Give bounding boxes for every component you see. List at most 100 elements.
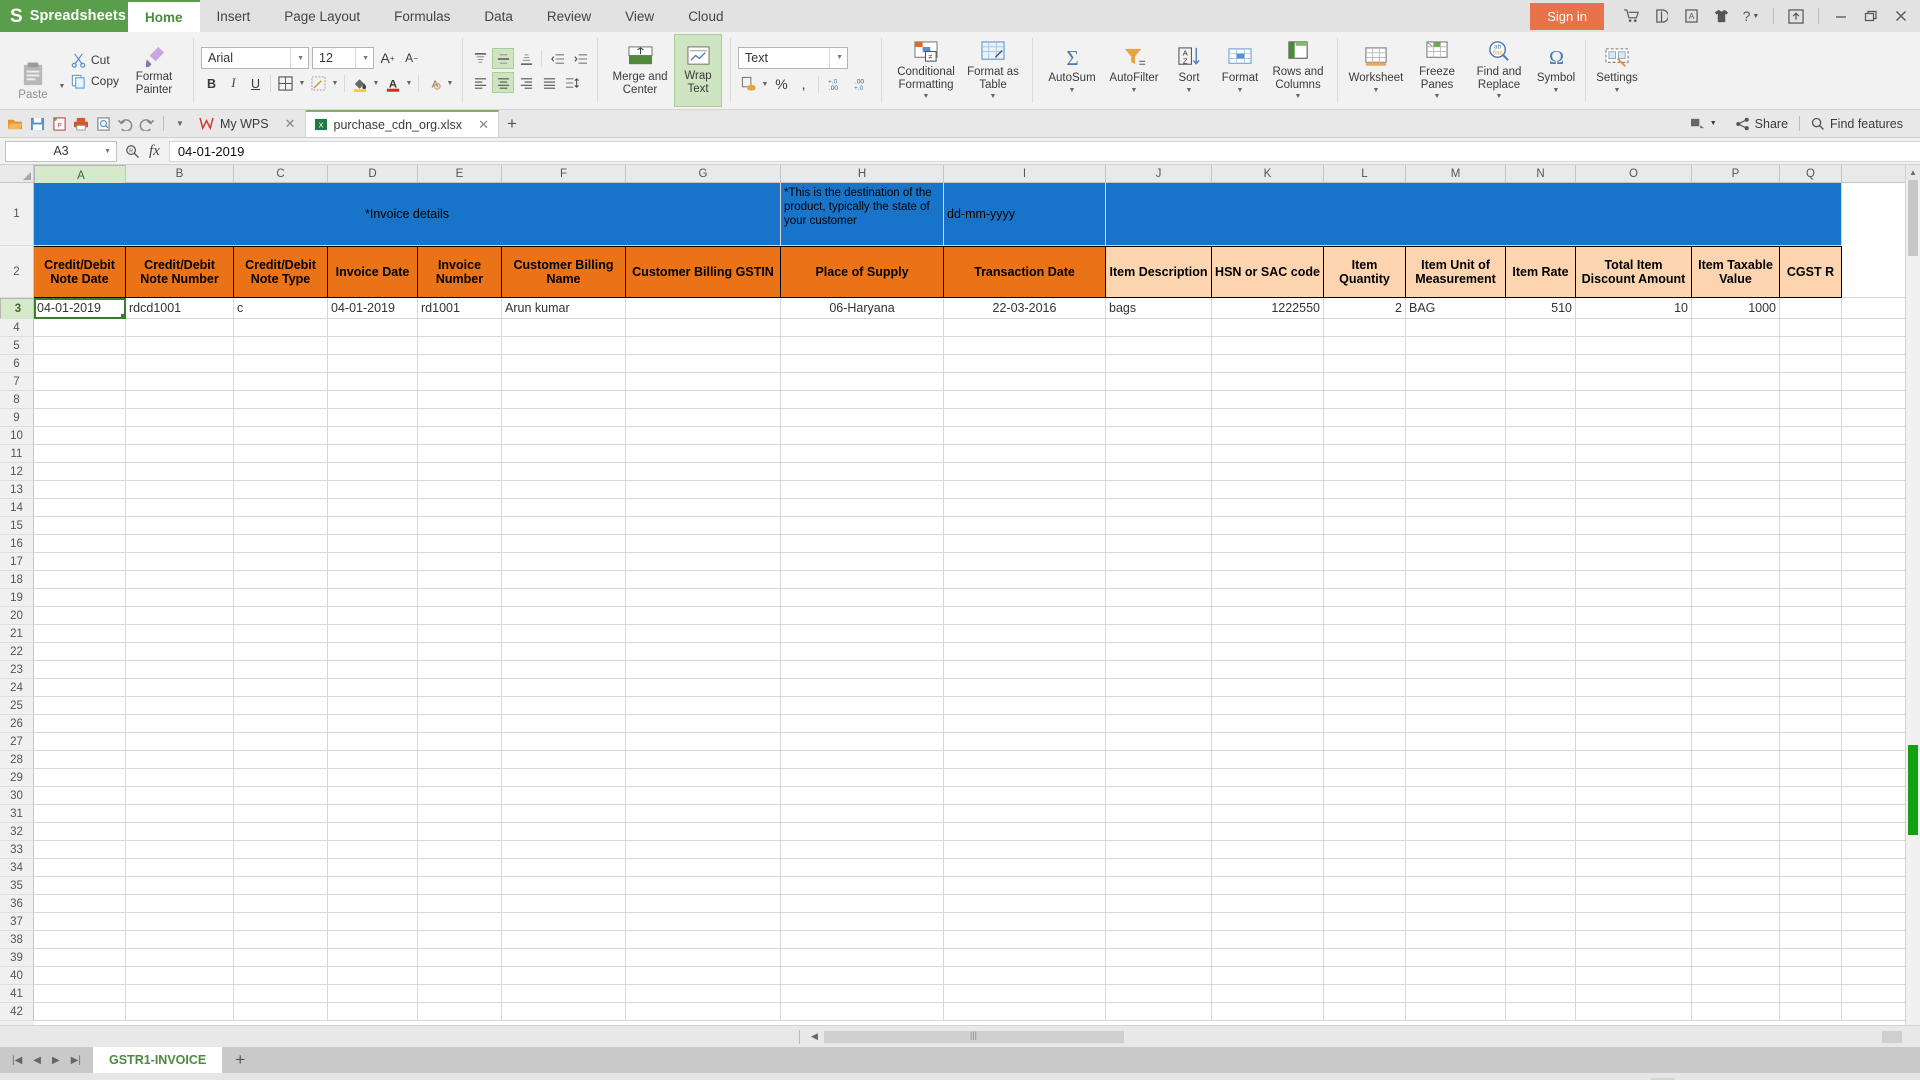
cell-B6[interactable] (126, 355, 234, 373)
cell-G34[interactable] (626, 859, 781, 877)
cell-Q18[interactable] (1780, 571, 1842, 589)
cell-N13[interactable] (1506, 481, 1576, 499)
cell-G16[interactable] (626, 535, 781, 553)
cell-F21[interactable] (502, 625, 626, 643)
cell-Q26[interactable] (1780, 715, 1842, 733)
cell-K37[interactable] (1212, 913, 1324, 931)
cell-L7[interactable] (1324, 373, 1406, 391)
cell-J8[interactable] (1106, 391, 1212, 409)
cell-N3[interactable]: 510 (1506, 298, 1576, 319)
sign-in-button[interactable]: Sign in (1530, 2, 1604, 30)
cell-C11[interactable] (234, 445, 328, 463)
cell-A10[interactable] (34, 427, 126, 445)
cell-I25[interactable] (944, 697, 1106, 715)
row-header-10[interactable]: 10 (0, 427, 34, 445)
cell-H28[interactable] (781, 751, 944, 769)
cell-J34[interactable] (1106, 859, 1212, 877)
cell-P25[interactable] (1692, 697, 1780, 715)
header-cell-I2[interactable]: Transaction Date (944, 246, 1106, 298)
cell-A38[interactable] (34, 931, 126, 949)
cell-C21[interactable] (234, 625, 328, 643)
cell-J17[interactable] (1106, 553, 1212, 571)
cell-E9[interactable] (418, 409, 502, 427)
cell-M40[interactable] (1406, 967, 1506, 985)
cell-style-button[interactable] (308, 73, 329, 94)
cell-O20[interactable] (1576, 607, 1692, 625)
cell-I17[interactable] (944, 553, 1106, 571)
cell-N42[interactable] (1506, 1003, 1576, 1021)
cell-D42[interactable] (328, 1003, 418, 1021)
column-header-P[interactable]: P (1692, 165, 1780, 183)
cell-F16[interactable] (502, 535, 626, 553)
cell-O13[interactable] (1576, 481, 1692, 499)
cell-G32[interactable] (626, 823, 781, 841)
cell-G12[interactable] (626, 463, 781, 481)
cell-J25[interactable] (1106, 697, 1212, 715)
cell-K27[interactable] (1212, 733, 1324, 751)
row-header-1[interactable]: 1 (0, 183, 34, 246)
cell-A42[interactable] (34, 1003, 126, 1021)
row-header-21[interactable]: 21 (0, 625, 34, 643)
cell-Q13[interactable] (1780, 481, 1842, 499)
cell-C24[interactable] (234, 679, 328, 697)
print-preview-icon[interactable] (92, 110, 114, 137)
cell-B40[interactable] (126, 967, 234, 985)
cell-O36[interactable] (1576, 895, 1692, 913)
cell-O4[interactable] (1576, 319, 1692, 337)
cell-E14[interactable] (418, 499, 502, 517)
cell-F11[interactable] (502, 445, 626, 463)
cell-F15[interactable] (502, 517, 626, 535)
cell-P30[interactable] (1692, 787, 1780, 805)
cell-C3[interactable]: c (234, 298, 328, 319)
cell-J33[interactable] (1106, 841, 1212, 859)
cell-A20[interactable] (34, 607, 126, 625)
cell-L13[interactable] (1324, 481, 1406, 499)
cell-M8[interactable] (1406, 391, 1506, 409)
cell-I6[interactable] (944, 355, 1106, 373)
cell-I14[interactable] (944, 499, 1106, 517)
cell-M35[interactable] (1406, 877, 1506, 895)
cell-I20[interactable] (944, 607, 1106, 625)
cell-N20[interactable] (1506, 607, 1576, 625)
row-header-8[interactable]: 8 (0, 391, 34, 409)
header-cell-E2[interactable]: Invoice Number (418, 246, 502, 298)
cell-J26[interactable] (1106, 715, 1212, 733)
cell-L17[interactable] (1324, 553, 1406, 571)
cell-E31[interactable] (418, 805, 502, 823)
cell-F23[interactable] (502, 661, 626, 679)
cell-N31[interactable] (1506, 805, 1576, 823)
row-header-17[interactable]: 17 (0, 553, 34, 571)
cell-Q35[interactable] (1780, 877, 1842, 895)
cell-J10[interactable] (1106, 427, 1212, 445)
cell-I32[interactable] (944, 823, 1106, 841)
cell-L29[interactable] (1324, 769, 1406, 787)
cell-C5[interactable] (234, 337, 328, 355)
cell-M13[interactable] (1406, 481, 1506, 499)
cell-E18[interactable] (418, 571, 502, 589)
app-brand[interactable]: S Spreadsheets ▼ (0, 0, 144, 32)
cell-C39[interactable] (234, 949, 328, 967)
header-cell-O2[interactable]: Total Item Discount Amount (1576, 246, 1692, 298)
cell-K29[interactable] (1212, 769, 1324, 787)
cell-N6[interactable] (1506, 355, 1576, 373)
cell-N17[interactable] (1506, 553, 1576, 571)
cell-N24[interactable] (1506, 679, 1576, 697)
cell-J36[interactable] (1106, 895, 1212, 913)
row-header-14[interactable]: 14 (0, 499, 34, 517)
cell-O14[interactable] (1576, 499, 1692, 517)
cell-H5[interactable] (781, 337, 944, 355)
cell-N21[interactable] (1506, 625, 1576, 643)
cell-H6[interactable] (781, 355, 944, 373)
cell-Q24[interactable] (1780, 679, 1842, 697)
cell-L30[interactable] (1324, 787, 1406, 805)
cell-O25[interactable] (1576, 697, 1692, 715)
cell-Q22[interactable] (1780, 643, 1842, 661)
select-all-corner[interactable] (0, 165, 34, 183)
column-header-E[interactable]: E (418, 165, 502, 183)
cell-C6[interactable] (234, 355, 328, 373)
decrease-decimal-button[interactable]: .00 +.0 (849, 74, 874, 95)
accounting-format-button[interactable] (738, 74, 759, 95)
cell-E37[interactable] (418, 913, 502, 931)
cell-M37[interactable] (1406, 913, 1506, 931)
print-icon[interactable] (70, 110, 92, 137)
